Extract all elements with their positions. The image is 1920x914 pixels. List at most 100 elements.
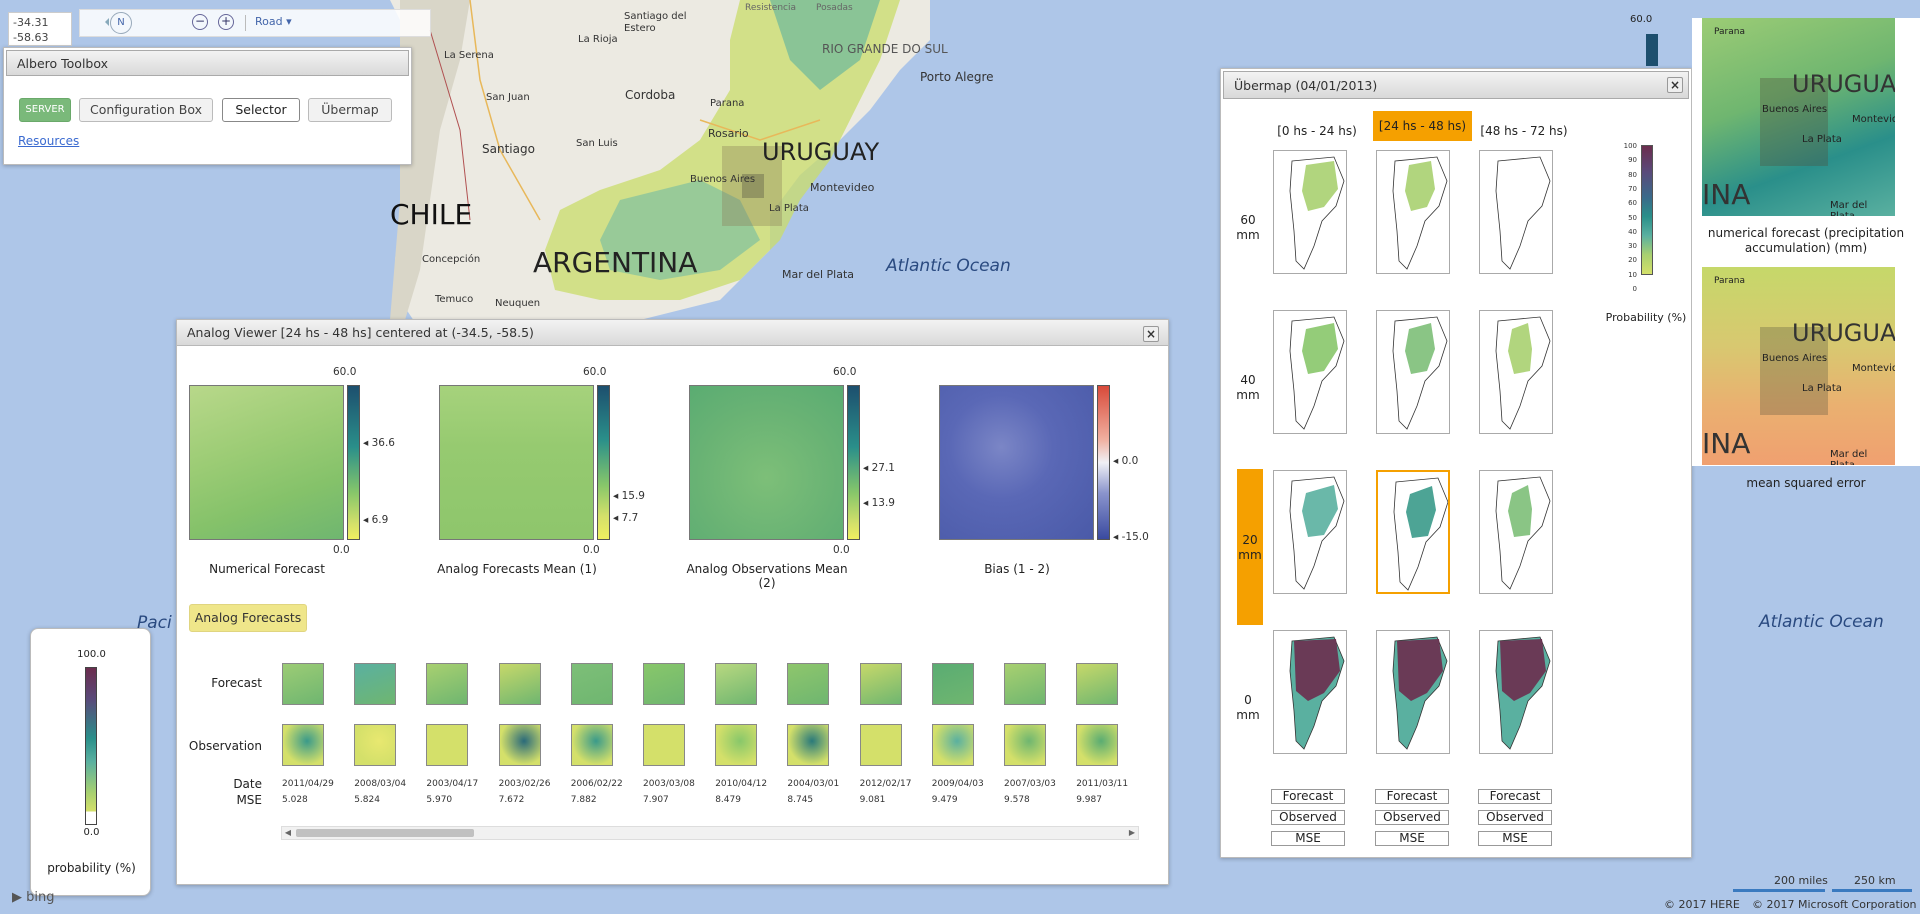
panel1-max: 60.0	[333, 366, 357, 378]
analog-viewer-title: Analog Viewer [24 hs - 48 hs] centered a…	[177, 320, 1168, 346]
side-forecast-map[interactable]: URUGUA INA Buenos Aires Montevid La Plat…	[1702, 18, 1895, 216]
row-label-20mm-selected[interactable]: 20 mm	[1237, 469, 1263, 625]
analog-forecasts-button[interactable]: Analog Forecasts	[189, 604, 307, 632]
analog-forecast-thumb[interactable]	[931, 663, 974, 705]
col3-observed-button[interactable]: Observed	[1478, 810, 1552, 825]
horizontal-scrollbar[interactable]: ◀ ▶	[281, 826, 1139, 840]
col3-mse-button[interactable]: MSE	[1478, 831, 1552, 846]
ubermap-minimap[interactable]	[1273, 150, 1347, 274]
map-type-dropdown[interactable]: Road ▾	[255, 15, 292, 28]
analog-observation-thumb[interactable]	[282, 724, 324, 766]
analog-mse: 5.970	[426, 795, 453, 805]
panel1-tick1: ◂ 36.6	[363, 437, 395, 449]
ubermap-minimap[interactable]	[1479, 310, 1553, 434]
row-label-forecast: Forecast	[211, 676, 262, 690]
legend-colorbar	[85, 667, 97, 825]
row-label-60mm[interactable]: 60 mm	[1235, 213, 1261, 243]
analog-forecast-thumb[interactable]	[715, 663, 758, 705]
map-type-label: Road	[255, 15, 283, 28]
analog-forecast-thumb[interactable]	[426, 663, 469, 705]
col2-forecast-button[interactable]: Forecast	[1375, 789, 1449, 804]
analog-observations-mean-map[interactable]	[689, 385, 844, 540]
column-0-24[interactable]: [0 hs - 24 hs)	[1273, 117, 1361, 145]
analog-observation-thumb[interactable]	[498, 724, 541, 766]
side-mse-parana: Parana	[1714, 276, 1745, 286]
ubermap-minimap[interactable]	[1376, 150, 1450, 274]
col1-mse-button[interactable]: MSE	[1271, 831, 1345, 846]
side-forecast-buenos-aires: Buenos Aires	[1762, 104, 1828, 115]
ubermap-minimap[interactable]	[1273, 310, 1347, 434]
resources-link[interactable]: Resources	[18, 134, 79, 148]
analog-forecast-thumb[interactable]	[282, 663, 324, 705]
scroll-left-icon[interactable]: ◀	[282, 827, 294, 839]
analog-observation-thumb[interactable]	[426, 724, 469, 766]
bias-map[interactable]	[939, 385, 1094, 540]
col3-forecast-button[interactable]: Forecast	[1478, 789, 1552, 804]
ubermap-button[interactable]: Übermap	[308, 98, 392, 122]
analog-observation-thumb[interactable]	[787, 724, 830, 766]
configuration-box-button[interactable]: Configuration Box	[79, 98, 213, 122]
analog-forecast-thumb[interactable]	[498, 663, 541, 705]
numerical-forecast-map[interactable]	[189, 385, 344, 540]
analog-observation-thumb[interactable]	[354, 724, 397, 766]
ubermap-minimap[interactable]	[1479, 150, 1553, 274]
analog-mse: 9.987	[1076, 795, 1102, 805]
analog-mse: 5.028	[282, 795, 308, 805]
map-label-rio-grande: RIO GRANDE DO SUL	[822, 42, 948, 56]
ubermap-minimap[interactable]	[1376, 630, 1450, 754]
ubermap-minimap[interactable]	[1479, 630, 1553, 754]
side-mse-map[interactable]: URUGUA INA Buenos Aires Montevid La Plat…	[1702, 267, 1895, 465]
analog-forecast-thumb[interactable]	[787, 663, 830, 705]
ubermap-minimap[interactable]	[1376, 310, 1450, 434]
column-24-48[interactable]: [24 hs - 48 hs)	[1373, 111, 1472, 141]
col1-observed-button[interactable]: Observed	[1271, 810, 1345, 825]
ubermap-minimap[interactable]	[1479, 470, 1553, 594]
compass-icon[interactable]: N	[110, 12, 132, 34]
compass-north-label: N	[117, 17, 125, 28]
analog-observation-thumb[interactable]	[570, 724, 613, 766]
row-label-mse: MSE	[236, 793, 262, 807]
analog-forecast-thumb[interactable]	[1076, 663, 1119, 705]
analog-observation-thumb[interactable]	[643, 724, 685, 766]
server-button[interactable]: SERVER	[19, 98, 71, 122]
analog-forecasts-mean-map[interactable]	[439, 385, 594, 540]
analog-forecast-thumb[interactable]	[643, 663, 685, 705]
zoom-in-icon[interactable]: +	[218, 14, 234, 30]
selector-button[interactable]: Selector	[222, 98, 300, 122]
ubermap-minimap[interactable]	[1376, 470, 1450, 594]
panel4-tick2: ◂ -15.0	[1113, 531, 1149, 543]
row-label-0mm[interactable]: 0 mm	[1235, 693, 1261, 723]
analog-observation-thumb[interactable]	[715, 724, 758, 766]
col2-mse-button[interactable]: MSE	[1375, 831, 1449, 846]
panel3-min: 0.0	[833, 544, 850, 556]
panel2-tick2: ◂ 7.7	[613, 512, 639, 524]
ubermap-close-icon[interactable]: ×	[1667, 77, 1683, 93]
analog-observation-thumb[interactable]	[1004, 724, 1046, 766]
analog-observation-thumb[interactable]	[931, 724, 974, 766]
analog-forecast-thumb[interactable]	[570, 663, 613, 705]
col1-forecast-button[interactable]: Forecast	[1271, 789, 1345, 804]
analog-observation-thumb[interactable]	[859, 724, 902, 766]
row-label-40mm[interactable]: 40 mm	[1235, 373, 1261, 403]
copyright-microsoft: © 2017 Microsoft Corporation	[1752, 898, 1917, 911]
col2-observed-button[interactable]: Observed	[1375, 810, 1449, 825]
map-label-la-plata: La Plata	[769, 203, 809, 214]
pan-left-icon[interactable]	[105, 18, 109, 26]
map-label-uruguay: URUGUAY	[762, 138, 880, 166]
ubermap-minimap[interactable]	[1273, 470, 1347, 594]
ubermap-legend-tick: 20	[1628, 256, 1637, 265]
analog-mse: 5.824	[354, 795, 380, 805]
scroll-right-icon[interactable]: ▶	[1126, 827, 1138, 839]
ubermap-minimap[interactable]	[1273, 630, 1347, 754]
analog-observation-thumb[interactable]	[1076, 724, 1119, 766]
side-forecast-uruguay: URUGUA	[1792, 70, 1895, 98]
scrollbar-thumb[interactable]	[296, 829, 474, 837]
analog-forecast-thumb[interactable]	[859, 663, 902, 705]
close-icon[interactable]: ×	[1143, 326, 1159, 342]
column-48-72[interactable]: [48 hs - 72 hs)	[1476, 117, 1572, 145]
panel3-tick2-val: 13.9	[871, 497, 895, 509]
analog-forecast-thumb[interactable]	[354, 663, 397, 705]
analog-forecast-thumb[interactable]	[1004, 663, 1046, 705]
zoom-out-icon[interactable]: −	[192, 14, 208, 30]
side-forecast-la-plata: La Plata	[1802, 134, 1842, 145]
